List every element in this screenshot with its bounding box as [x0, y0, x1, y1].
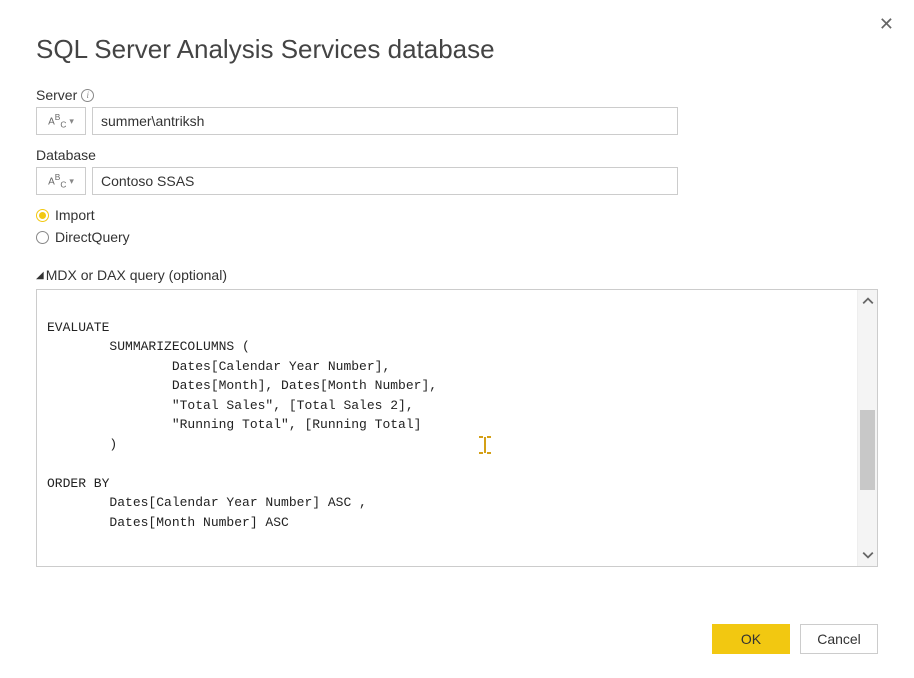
import-label: Import — [55, 207, 95, 223]
abc-icon: ABC — [48, 113, 66, 129]
ok-button[interactable]: OK — [712, 624, 790, 654]
radio-icon — [36, 231, 49, 244]
query-expander[interactable]: ◢ MDX or DAX query (optional) — [36, 267, 878, 283]
dialog-button-bar: OK Cancel — [712, 624, 878, 654]
database-type-dropdown[interactable]: ABC ▾ — [36, 167, 86, 195]
query-editor-container — [36, 289, 878, 567]
scroll-down-button[interactable] — [858, 544, 877, 566]
close-button[interactable]: ✕ — [879, 14, 894, 35]
info-icon[interactable]: i — [81, 89, 94, 102]
query-textarea[interactable] — [37, 290, 857, 566]
database-label: Database — [36, 147, 878, 163]
server-type-dropdown[interactable]: ABC ▾ — [36, 107, 86, 135]
query-expander-label: MDX or DAX query (optional) — [46, 267, 227, 283]
chevron-down-icon: ▾ — [69, 176, 74, 187]
chevron-down-icon: ▾ — [69, 116, 74, 127]
connectivity-mode-group: Import DirectQuery — [36, 207, 878, 245]
server-label: Server i — [36, 87, 878, 103]
dialog-title: SQL Server Analysis Services database — [36, 34, 878, 65]
scrollbar-track[interactable] — [857, 290, 877, 566]
chevron-up-icon — [862, 295, 874, 307]
server-input[interactable] — [92, 107, 678, 135]
database-input[interactable] — [92, 167, 678, 195]
abc-icon: ABC — [48, 173, 66, 189]
cancel-button[interactable]: Cancel — [800, 624, 878, 654]
directquery-label: DirectQuery — [55, 229, 130, 245]
scroll-up-button[interactable] — [858, 290, 877, 312]
radio-icon — [36, 209, 49, 222]
import-radio-row[interactable]: Import — [36, 207, 878, 223]
expander-triangle-icon: ◢ — [36, 270, 44, 281]
directquery-radio-row[interactable]: DirectQuery — [36, 229, 878, 245]
scrollbar-thumb[interactable] — [860, 410, 875, 490]
chevron-down-icon — [862, 549, 874, 561]
database-label-text: Database — [36, 147, 96, 163]
server-label-text: Server — [36, 87, 77, 103]
